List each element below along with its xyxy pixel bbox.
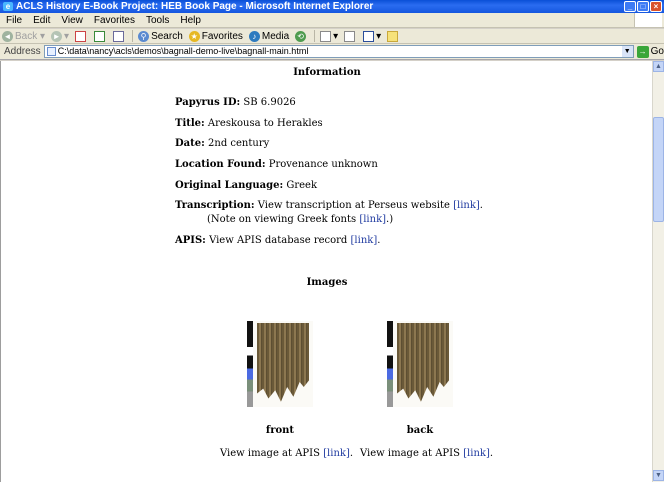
history-icon: ⟲ (295, 30, 307, 42)
print-button[interactable] (344, 30, 357, 42)
front-caption: front (265, 425, 295, 436)
menu-view[interactable]: View (61, 15, 83, 26)
edit-button[interactable]: ▾ (363, 30, 381, 42)
toolbar-separator (314, 30, 316, 42)
stop-button[interactable] (75, 30, 88, 42)
location-row: Location Found: Provenance unknown (175, 159, 378, 170)
favorites-button[interactable]: ★ Favorites (188, 30, 243, 42)
transcription-text: View transcription at Perseus website (257, 200, 450, 211)
greek-fonts-note: (Note on viewing Greek fonts [link].) (207, 214, 393, 225)
language-value: Greek (286, 180, 318, 191)
language-label: Original Language: (175, 180, 284, 191)
transcription-label: Transcription: (175, 200, 255, 211)
discuss-button[interactable] (387, 30, 400, 42)
information-heading: Information (293, 67, 361, 78)
location-label: Location Found: (175, 159, 266, 170)
papyrus-back-image[interactable] (387, 321, 453, 407)
back-button[interactable]: ◄ Back ▾ (2, 30, 45, 42)
scroll-down-arrow-icon[interactable]: ▼ (653, 470, 664, 481)
papyrus-id-value: SB 6.9026 (243, 97, 296, 108)
papyrus-id-label: Papyrus ID: (175, 97, 241, 108)
transcription-row: Transcription: View transcription at Per… (175, 200, 483, 211)
scroll-thumb[interactable] (653, 117, 664, 222)
back-view-row: View image at APIS [link]. (360, 448, 494, 459)
menu-tools[interactable]: Tools (146, 15, 169, 26)
search-button[interactable]: ⚲ Search (138, 30, 183, 42)
color-scale-bar (387, 321, 393, 407)
address-url: C:\data\nancy\acls\demos\bagnall-demo-li… (57, 46, 309, 56)
close-button[interactable]: × (650, 1, 662, 12)
toolbar-separator (132, 30, 134, 42)
title-label: Title: (175, 118, 205, 129)
apis-link[interactable]: [link] (351, 235, 378, 246)
search-icon: ⚲ (138, 30, 150, 42)
word-icon (363, 30, 375, 42)
ie-icon: e (3, 2, 13, 11)
address-dropdown-icon[interactable]: ▼ (621, 46, 633, 57)
menu-file[interactable]: File (6, 15, 22, 26)
stop-icon (75, 30, 87, 42)
apis-row: APIS: View APIS database record [link]. (175, 235, 381, 246)
page-icon (46, 47, 56, 56)
apis-label: APIS: (175, 235, 206, 246)
front-view-row: View image at APIS [link]. (220, 448, 354, 459)
transcription-link[interactable]: [link] (453, 200, 480, 211)
mail-icon (320, 30, 332, 42)
toolbar: ◄ Back ▾ ► ▾ ⚲ Search ★ Favorites ♪ Media… (0, 29, 664, 44)
star-icon: ★ (188, 30, 200, 42)
location-value: Provenance unknown (268, 159, 378, 170)
window-title: ACLS History E-Book Project: HEB Book Pa… (16, 1, 374, 12)
minimize-button[interactable]: _ (624, 1, 636, 12)
greek-fonts-note-text: (Note on viewing Greek fonts (207, 214, 357, 225)
home-button[interactable] (113, 30, 126, 42)
print-icon (344, 30, 356, 42)
back-caption: back (406, 425, 434, 436)
page-content: Information Papyrus ID: SB 6.9026 Title:… (0, 61, 652, 482)
menu-favorites[interactable]: Favorites (94, 15, 135, 26)
language-row: Original Language: Greek (175, 180, 317, 191)
images-heading: Images (306, 277, 348, 288)
address-bar: Address C:\data\nancy\acls\demos\bagnall… (0, 44, 664, 60)
media-icon: ♪ (248, 30, 260, 42)
papyrus-fragment (397, 323, 449, 402)
go-button[interactable]: → Go (636, 45, 664, 58)
papyrus-fragment (257, 323, 309, 402)
folder-icon (387, 30, 399, 42)
forward-button[interactable]: ► ▾ (51, 30, 69, 42)
color-scale-bar (247, 321, 253, 407)
address-input[interactable]: C:\data\nancy\acls\demos\bagnall-demo-li… (43, 45, 634, 58)
date-value: 2nd century (208, 138, 270, 149)
papyrus-id-row: Papyrus ID: SB 6.9026 (175, 97, 296, 108)
maximize-button[interactable]: □ (637, 1, 649, 12)
date-row: Date: 2nd century (175, 138, 269, 149)
vertical-scrollbar[interactable]: ▲ ▼ (652, 61, 664, 482)
menu-edit[interactable]: Edit (33, 15, 50, 26)
menu-help[interactable]: Help (180, 15, 201, 26)
mail-button[interactable]: ▾ (320, 30, 338, 42)
back-view-text: View image at APIS (360, 448, 460, 459)
back-view-link[interactable]: [link] (463, 448, 490, 459)
papyrus-front-image[interactable] (247, 321, 313, 407)
title-row: Title: Areskousa to Herakles (175, 118, 323, 129)
apis-text: View APIS database record (209, 235, 348, 246)
home-icon (113, 30, 125, 42)
title-value: Areskousa to Herakles (207, 118, 323, 129)
forward-arrow-icon: ► (51, 30, 63, 42)
front-view-text: View image at APIS (220, 448, 320, 459)
date-label: Date: (175, 138, 205, 149)
menu-bar: File Edit View Favorites Tools Help (0, 13, 664, 28)
windows-logo-icon (634, 13, 662, 27)
greek-fonts-link[interactable]: [link] (359, 214, 386, 225)
refresh-button[interactable] (94, 30, 107, 42)
address-label: Address (4, 46, 41, 57)
refresh-icon (94, 30, 106, 42)
front-view-link[interactable]: [link] (323, 448, 350, 459)
back-arrow-icon: ◄ (2, 30, 13, 42)
greek-fonts-note-end: .) (386, 214, 394, 225)
window-titlebar: e ACLS History E-Book Project: HEB Book … (0, 0, 664, 13)
history-button[interactable]: ⟲ (295, 30, 308, 42)
scroll-up-arrow-icon[interactable]: ▲ (653, 61, 664, 72)
go-arrow-icon: → (636, 45, 649, 58)
media-button[interactable]: ♪ Media (248, 30, 289, 42)
